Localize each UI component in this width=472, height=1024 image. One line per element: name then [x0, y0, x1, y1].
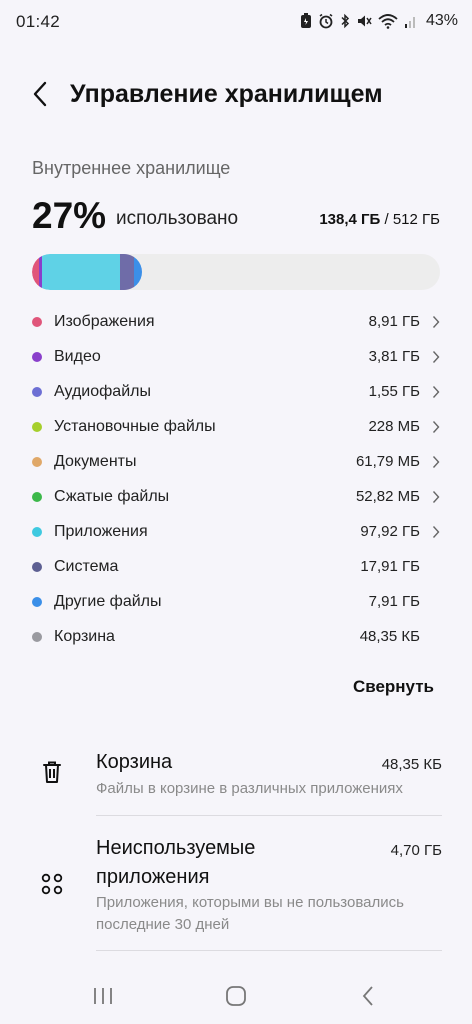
category-row: Другие файлы 7,91 ГБ — [32, 584, 442, 619]
category-name: Сжатые файлы — [54, 487, 170, 505]
category-size: 61,79 МБ — [355, 453, 420, 470]
back-icon — [362, 986, 373, 1006]
category-size: 1,55 ГБ — [368, 383, 420, 400]
category-name: Видео — [54, 347, 101, 365]
usage-segment-other — [134, 254, 142, 290]
category-color-dot — [32, 631, 42, 642]
chevron-right-icon — [430, 455, 442, 469]
app-header: Управление хранилищем — [0, 72, 472, 116]
wifi-icon — [378, 12, 398, 30]
status-bar: 01:42 43% — [0, 0, 472, 44]
status-time: 01:42 — [16, 12, 61, 31]
apps-grid-icon — [40, 872, 64, 896]
category-color-dot — [32, 526, 42, 537]
category-color-dot — [32, 421, 42, 432]
category-row[interactable]: Сжатые файлы 52,82 МБ — [32, 479, 442, 514]
usage-segment-apps — [42, 254, 120, 290]
recents-button[interactable] — [88, 984, 118, 1008]
category-name: Другие файлы — [54, 592, 162, 610]
trash-subtitle: Файлы в корзине в различных приложениях — [96, 780, 403, 797]
used-percent: 27% — [32, 195, 107, 236]
chevron-right-icon — [430, 490, 442, 504]
usage-segment-system — [120, 254, 134, 290]
category-name: Документы — [54, 452, 137, 470]
category-row[interactable]: Установочные файлы 228 МБ — [32, 409, 442, 444]
trash-suggestion[interactable]: Корзина 48,35 КБ Файлы в корзине в разли… — [32, 748, 442, 808]
page-title: Управление хранилищем — [70, 80, 383, 108]
bluetooth-icon — [340, 12, 350, 30]
category-size: 52,82 МБ — [355, 488, 420, 505]
storage-summary: 27% использовано 138,4 ГБ / 512 ГБ — [32, 195, 440, 239]
category-size: 3,81 ГБ — [368, 348, 420, 365]
category-name: Установочные файлы — [54, 417, 216, 435]
divider — [96, 815, 442, 816]
used-separator: / — [380, 211, 393, 228]
category-row[interactable]: Аудиофайлы 1,55 ГБ — [32, 374, 442, 409]
trash-title: Корзина — [96, 751, 173, 773]
unused-apps-subtitle-line1: Приложения, которыми вы не пользовались — [96, 894, 404, 911]
alarm-icon — [318, 12, 334, 30]
chevron-right-icon — [430, 315, 442, 329]
chevron-right-icon — [430, 385, 442, 399]
storage-usage-fill — [32, 254, 142, 290]
used-label: использовано — [116, 208, 239, 229]
category-size: 8,91 ГБ — [368, 313, 420, 330]
category-size: 228 МБ — [368, 418, 420, 435]
category-size: 17,91 ГБ — [360, 558, 420, 575]
category-name: Аудиофайлы — [54, 382, 151, 400]
category-size: 7,91 ГБ — [368, 593, 420, 610]
category-color-dot — [32, 561, 42, 572]
chevron-right-icon — [430, 350, 442, 364]
category-row[interactable]: Видео 3,81 ГБ — [32, 339, 442, 374]
navigation-bar — [0, 964, 472, 1024]
trash-size: 48,35 КБ — [381, 756, 442, 773]
status-icons: 43% — [300, 12, 458, 30]
back-arrow-icon — [33, 81, 47, 107]
total-amount: 512 ГБ — [392, 211, 440, 228]
unused-apps-title-line2: приложения — [96, 866, 210, 888]
category-row[interactable]: Изображения 8,91 ГБ — [32, 304, 442, 339]
unused-apps-subtitle-line2: последние 30 дней — [96, 916, 230, 933]
signal-icon — [404, 12, 418, 30]
chevron-right-icon — [430, 525, 442, 539]
trash-icon — [40, 760, 64, 784]
mute-icon — [356, 12, 372, 30]
category-row[interactable]: Документы 61,79 МБ — [32, 444, 442, 479]
unused-apps-suggestion[interactable]: Неиспользуемые приложения 4,70 ГБ Прилож… — [32, 834, 442, 944]
collapse-button[interactable]: Свернуть — [353, 677, 434, 697]
category-list: Изображения 8,91 ГБ Видео 3,81 ГБ Аудиофайлы… — [32, 304, 442, 654]
back-button[interactable] — [26, 78, 54, 110]
category-name: Приложения — [54, 522, 148, 540]
category-color-dot — [32, 491, 42, 502]
category-color-dot — [32, 456, 42, 467]
category-row[interactable]: Приложения 97,92 ГБ — [32, 514, 442, 549]
section-label: Внутреннее хранилище — [32, 158, 231, 178]
category-size: 48,35 КБ — [359, 628, 420, 645]
category-name: Система — [54, 557, 119, 575]
category-color-dot — [32, 386, 42, 397]
battery-percent: 43% — [425, 12, 458, 29]
category-size: 97,92 ГБ — [360, 523, 420, 540]
storage-usage-bar — [32, 254, 440, 290]
battery-saver-icon — [300, 12, 312, 30]
home-icon — [226, 986, 246, 1006]
unused-apps-size: 4,70 ГБ — [390, 842, 442, 859]
category-color-dot — [32, 316, 42, 327]
usage-segment-images — [32, 254, 39, 290]
category-color-dot — [32, 596, 42, 607]
category-row: Корзина 48,35 КБ — [32, 619, 442, 654]
used-total: 138,4 ГБ / 512 ГБ — [319, 211, 440, 228]
chevron-right-icon — [430, 420, 442, 434]
category-color-dot — [32, 351, 42, 362]
category-name: Изображения — [54, 312, 155, 330]
home-button[interactable] — [221, 984, 251, 1008]
recents-icon — [94, 988, 112, 1004]
unused-apps-title-line1: Неиспользуемые — [96, 837, 256, 859]
nav-back-button[interactable] — [354, 984, 384, 1008]
used-amount: 138,4 ГБ — [319, 211, 381, 228]
category-name: Корзина — [54, 627, 115, 645]
divider — [96, 950, 442, 951]
category-row: Система 17,91 ГБ — [32, 549, 442, 584]
